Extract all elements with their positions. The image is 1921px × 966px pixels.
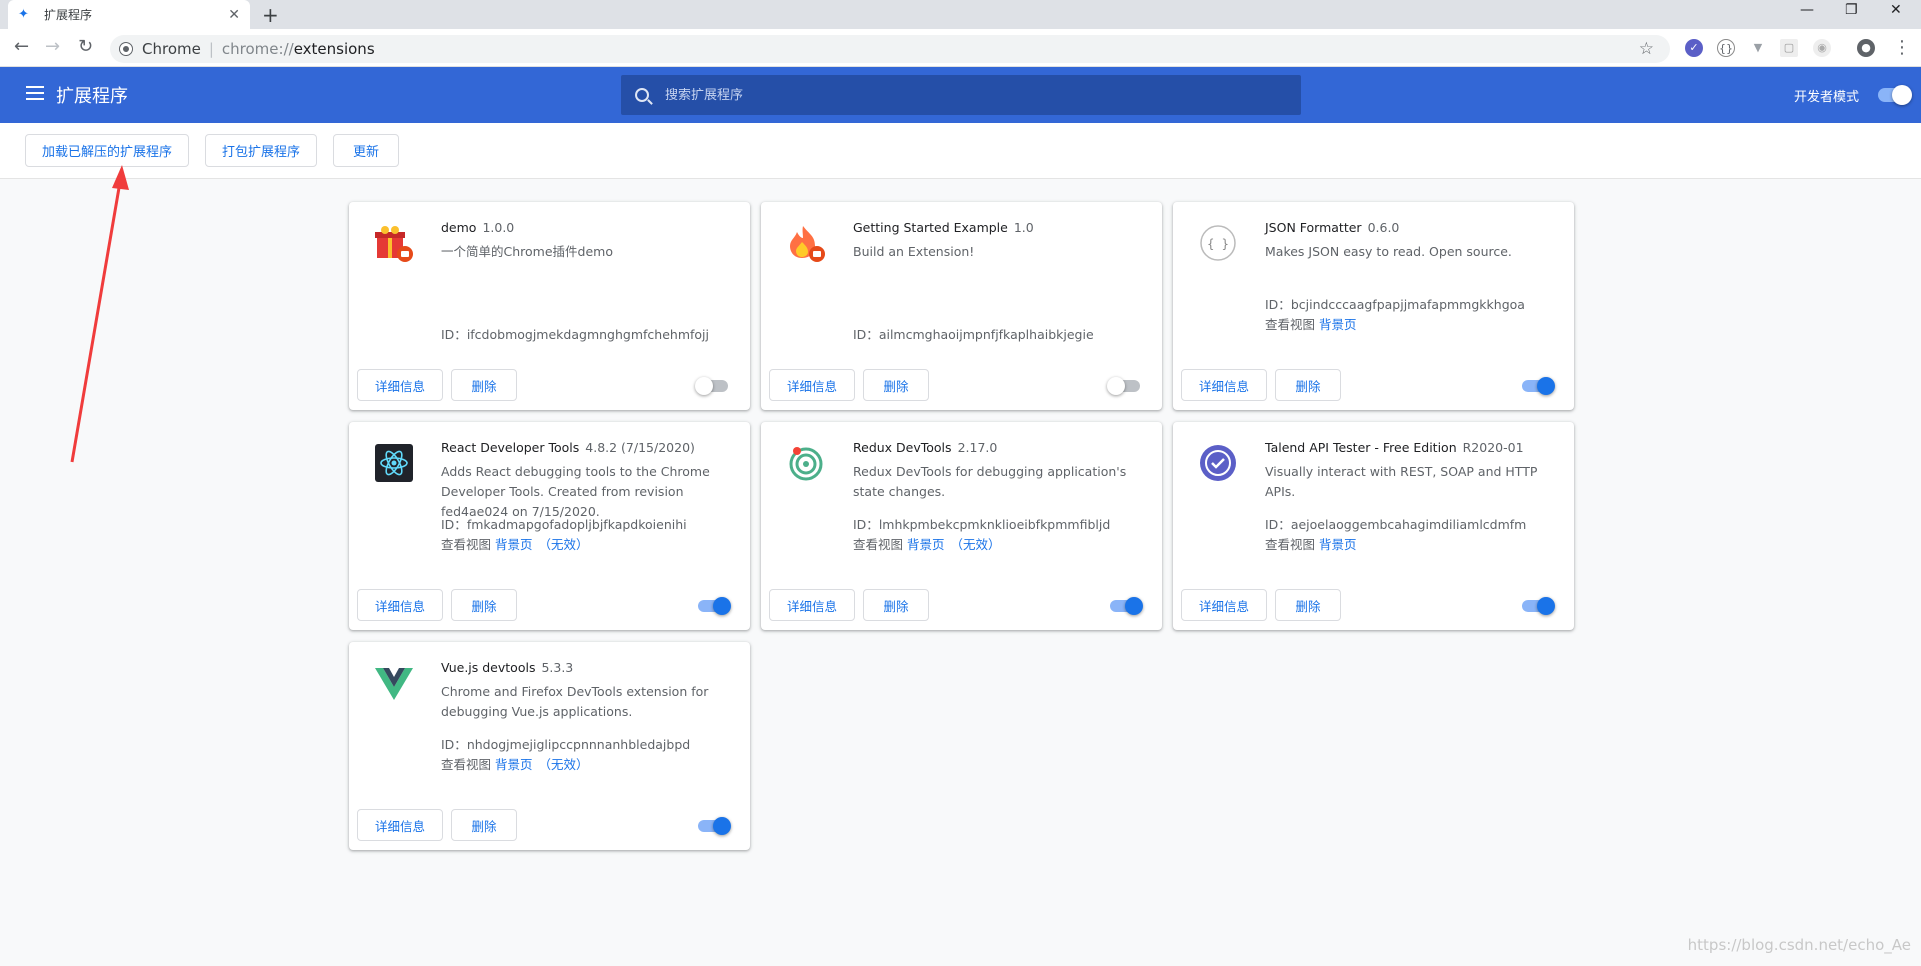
annotation-arrow — [70, 165, 129, 463]
watermark: https://blog.csdn.net/echo_Ae — [1687, 936, 1911, 954]
